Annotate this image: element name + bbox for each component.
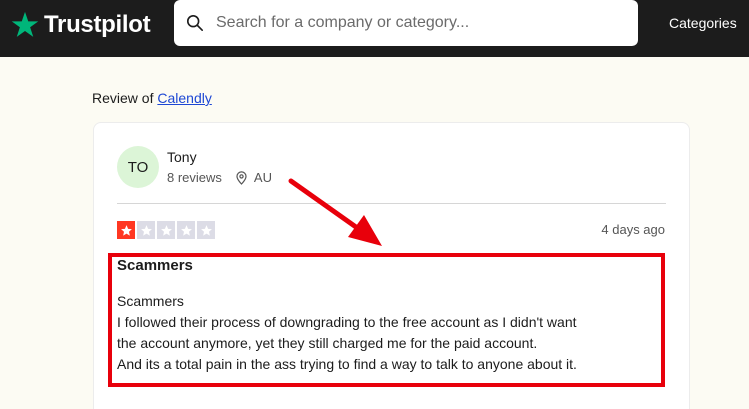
star-empty-icon — [197, 221, 215, 239]
reviewer-name[interactable]: Tony — [167, 149, 197, 165]
star-empty-icon — [137, 221, 155, 239]
reviewer-country: AU — [253, 170, 272, 185]
breadcrumb-prefix: Review of — [92, 90, 154, 106]
star-icon — [11, 11, 39, 37]
reviewer-meta: 8 reviews AU — [167, 170, 272, 185]
brand-name: Trustpilot — [44, 11, 151, 38]
divider — [117, 203, 666, 204]
annotation-highlight-box — [108, 253, 665, 387]
star-rating — [117, 221, 215, 239]
company-link[interactable]: Calendly — [157, 90, 211, 106]
review-date: 4 days ago — [601, 222, 665, 237]
trustpilot-logo[interactable]: Trustpilot — [10, 9, 151, 41]
star-empty-icon — [157, 221, 175, 239]
search-icon — [186, 14, 204, 32]
top-navigation-bar: Trustpilot Categories — [0, 0, 749, 57]
search-input[interactable] — [216, 14, 616, 32]
star-empty-icon — [177, 221, 195, 239]
breadcrumb: Review of Calendly — [92, 90, 212, 106]
review-count: 8 reviews — [167, 170, 222, 185]
categories-link[interactable]: Categories — [669, 15, 737, 31]
location-pin-icon — [236, 170, 247, 185]
search-box[interactable] — [174, 0, 638, 46]
star-filled-icon — [117, 221, 135, 239]
avatar[interactable]: TO — [117, 146, 159, 188]
